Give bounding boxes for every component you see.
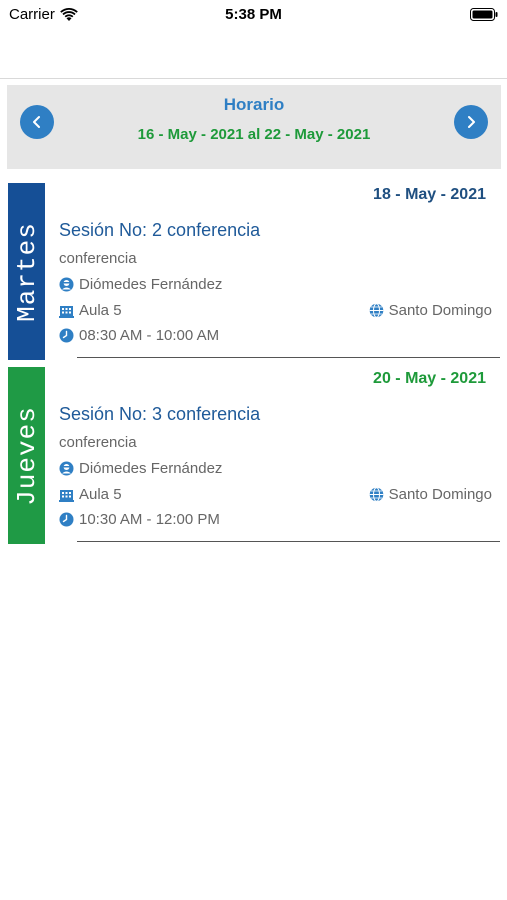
session-divider — [77, 541, 500, 542]
person-icon — [59, 461, 74, 476]
session-title[interactable]: Sesión No: 3 conferencia — [59, 404, 260, 425]
building-icon — [59, 490, 74, 502]
day-label: Martes — [11, 221, 42, 322]
speaker-name: Diómedes Fernández — [79, 276, 223, 293]
globe-icon — [369, 487, 383, 502]
session-time: 08:30 AM - 10:00 AM — [79, 327, 220, 344]
room-row: Aula 5 — [59, 486, 122, 503]
clock-icon — [59, 512, 74, 527]
navbar-divider — [0, 78, 507, 79]
location-name: Santo Domingo — [388, 302, 492, 319]
time-row: 10:30 AM - 12:00 PM — [59, 511, 220, 528]
status-bar: Carrier 5:38 PM — [0, 0, 507, 30]
day-tab: Jueves — [8, 367, 45, 544]
room-name: Aula 5 — [79, 486, 122, 503]
location-row: Santo Domingo — [369, 486, 492, 503]
person-icon — [59, 277, 74, 292]
schedule-header: Horario 16 - May - 2021 al 22 - May - 20… — [7, 85, 501, 169]
status-time: 5:38 PM — [225, 6, 282, 23]
room-row: Aula 5 — [59, 302, 122, 319]
next-week-button[interactable] — [454, 105, 488, 139]
location-name: Santo Domingo — [388, 486, 492, 503]
globe-icon — [369, 303, 383, 318]
clock-icon — [59, 328, 74, 343]
speaker-row: Diómedes Fernández — [59, 460, 222, 477]
session-time: 10:30 AM - 12:00 PM — [79, 511, 220, 528]
page-title: Horario — [223, 95, 285, 114]
date-range: 16 - May - 2021 al 22 - May - 2021 — [137, 126, 371, 143]
session-divider — [77, 357, 500, 358]
speaker-name: Diómedes Fernández — [79, 460, 223, 477]
day-label: Jueves — [11, 405, 42, 506]
building-icon — [59, 306, 74, 318]
session-title[interactable]: Sesión No: 2 conferencia — [59, 220, 260, 241]
speaker-row: Diómedes Fernández — [59, 276, 222, 293]
session-date: 20 - May - 2021 — [373, 370, 486, 387]
time-row: 08:30 AM - 10:00 AM — [59, 327, 219, 344]
battery-icon — [470, 8, 498, 21]
session-card[interactable]: Jueves 20 - May - 2021 Sesión No: 3 conf… — [8, 367, 501, 544]
session-date: 18 - May - 2021 — [373, 186, 486, 203]
session-subtitle: conferencia — [59, 250, 137, 267]
day-tab: Martes — [8, 183, 45, 360]
session-card[interactable]: Martes 18 - May - 2021 Sesión No: 2 conf… — [8, 183, 501, 360]
location-row: Santo Domingo — [369, 302, 492, 319]
room-name: Aula 5 — [79, 302, 122, 319]
chevron-right-icon — [468, 116, 475, 128]
session-subtitle: conferencia — [59, 434, 137, 451]
